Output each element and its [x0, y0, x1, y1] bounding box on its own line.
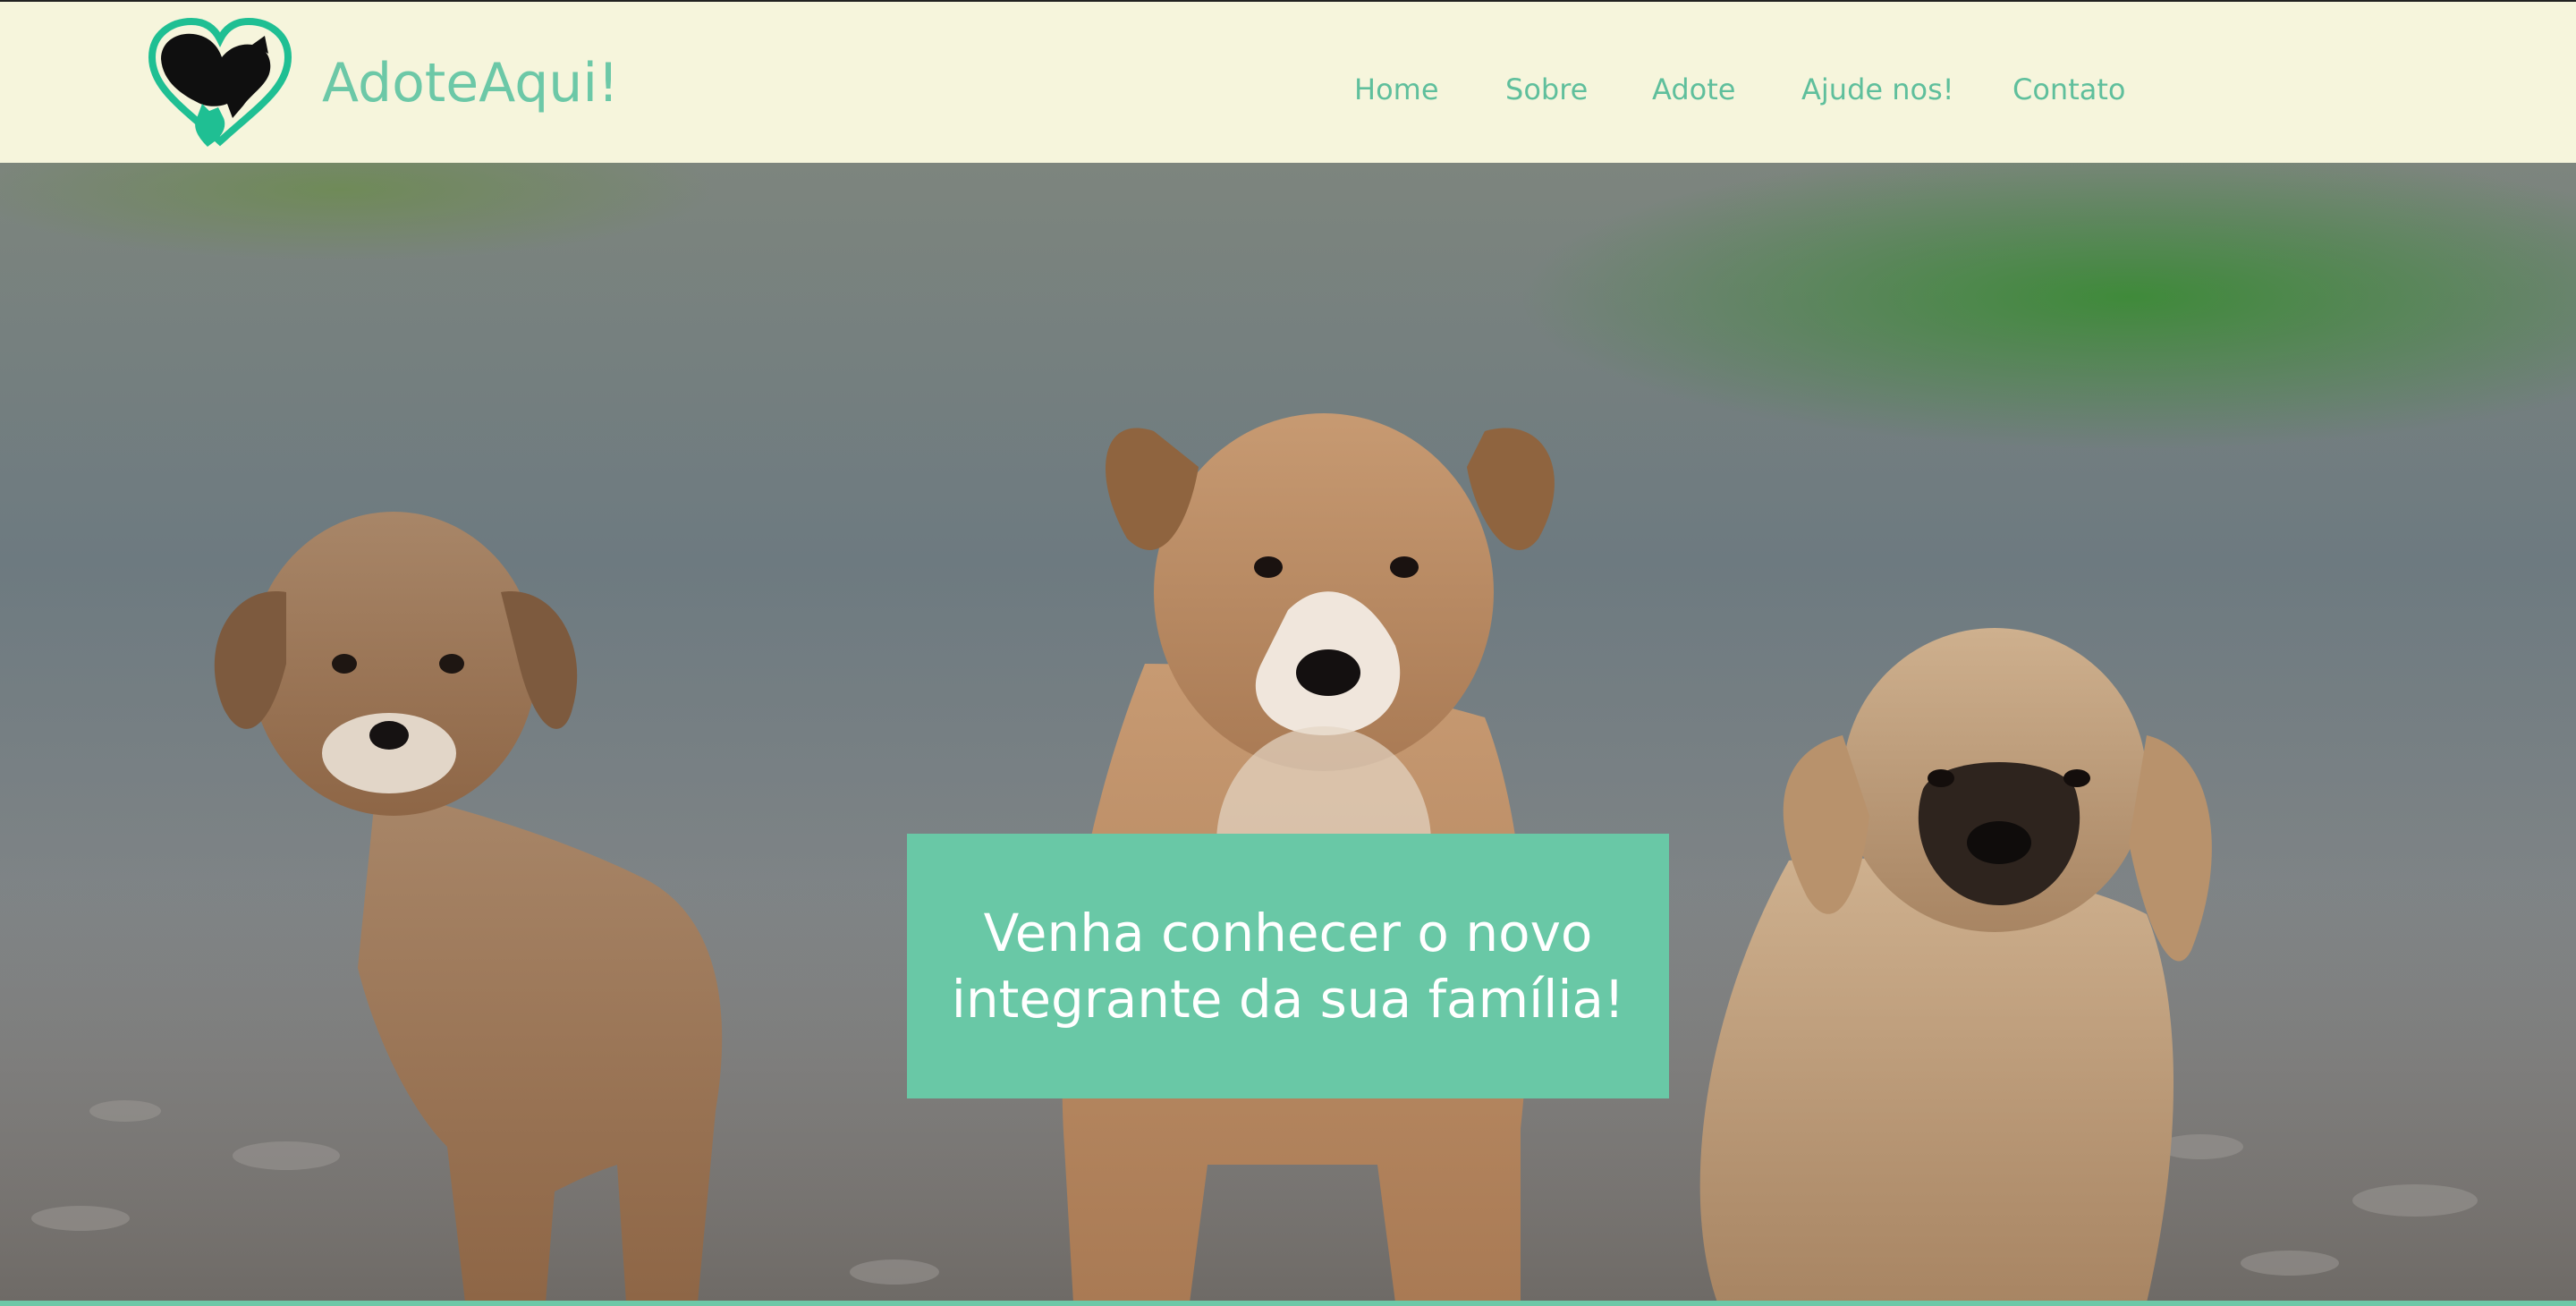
hero-section: Venha conhecer o novo integrante da sua … [0, 163, 2576, 1302]
nav-sobre-link[interactable]: Sobre [1505, 72, 1588, 107]
heart-logo-icon[interactable] [147, 17, 293, 147]
site-header: AdoteAqui! Home Sobre Adote Ajude nos! C… [0, 2, 2576, 163]
hero-headline: Venha conhecer o novo integrante da sua … [951, 903, 1625, 1030]
nav-adote-link[interactable]: Adote [1652, 72, 1735, 107]
nav-ajude-link[interactable]: Ajude nos! [1801, 72, 1954, 107]
brand-name[interactable]: AdoteAqui! [322, 52, 619, 114]
puppies-photo [0, 163, 2576, 1302]
hero-headline-banner[interactable]: Venha conhecer o novo integrante da sua … [907, 834, 1669, 1098]
nav-contato-link[interactable]: Contato [2012, 72, 2125, 107]
bottom-border [0, 1301, 2576, 1306]
nav-home-link[interactable]: Home [1354, 72, 1439, 107]
